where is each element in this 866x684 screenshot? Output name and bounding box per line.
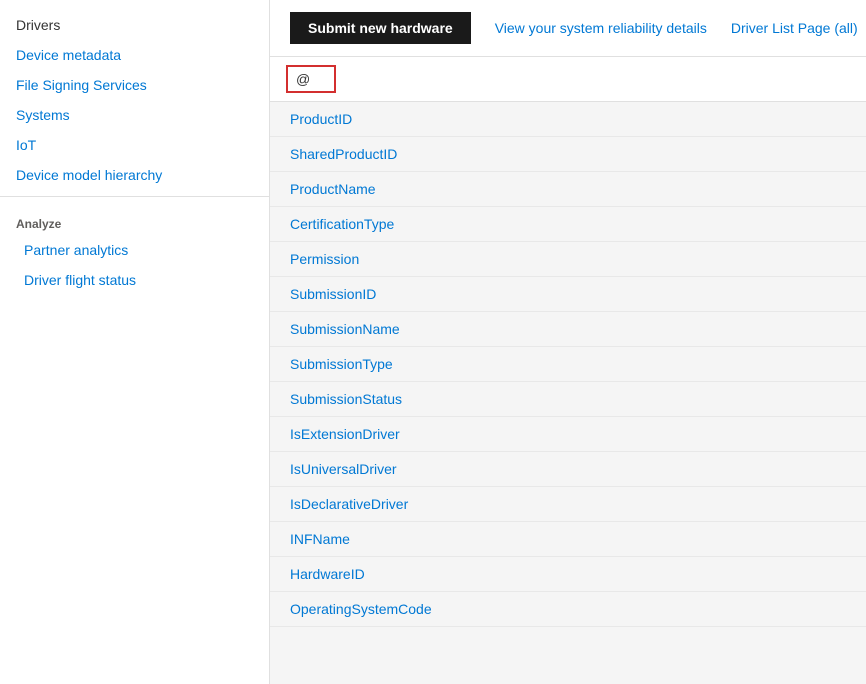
list-item-operating-system-code[interactable]: OperatingSystemCode [270,592,866,627]
list-item-is-universal-driver[interactable]: IsUniversalDriver [270,452,866,487]
analyze-section-label: Analyze [0,203,269,235]
list-item-is-declarative-driver[interactable]: IsDeclarativeDriver [270,487,866,522]
list-item-product-name[interactable]: ProductName [270,172,866,207]
list-item-submission-status[interactable]: SubmissionStatus [270,382,866,417]
list-item-submission-type[interactable]: SubmissionType [270,347,866,382]
sidebar-item-drivers[interactable]: Drivers [0,10,269,40]
content-area: @ ProductIDSharedProductIDProductNameCer… [270,57,866,684]
submit-new-hardware-button[interactable]: Submit new hardware [290,12,471,44]
list-container: ProductIDSharedProductIDProductNameCerti… [270,102,866,627]
list-item-certification-type[interactable]: CertificationType [270,207,866,242]
at-icon: @ [296,71,310,87]
sidebar-item-file-signing[interactable]: File Signing Services [0,70,269,100]
list-item-inf-name[interactable]: INFName [270,522,866,557]
sidebar-item-systems[interactable]: Systems [0,100,269,130]
reliability-details-link[interactable]: View your system reliability details [495,20,707,36]
list-item-shared-product-id[interactable]: SharedProductID [270,137,866,172]
topbar: Submit new hardware View your system rel… [270,0,866,57]
sidebar-item-iot[interactable]: IoT [0,130,269,160]
list-item-permission[interactable]: Permission [270,242,866,277]
sidebar-item-driver-flight[interactable]: Driver flight status [0,265,269,295]
driver-list-link[interactable]: Driver List Page (all) [731,20,858,36]
list-item-is-extension-driver[interactable]: IsExtensionDriver [270,417,866,452]
main-content: Submit new hardware View your system rel… [270,0,866,684]
sidebar-item-partner-analytics[interactable]: Partner analytics [0,235,269,265]
list-item-product-id[interactable]: ProductID [270,102,866,137]
search-box[interactable]: @ [286,65,336,93]
sidebar: Drivers Device metadata File Signing Ser… [0,0,270,684]
sidebar-item-device-metadata[interactable]: Device metadata [0,40,269,70]
list-item-submission-id[interactable]: SubmissionID [270,277,866,312]
sidebar-divider [0,196,269,197]
list-item-hardware-id[interactable]: HardwareID [270,557,866,592]
list-item-submission-name[interactable]: SubmissionName [270,312,866,347]
search-row: @ [270,57,866,102]
sidebar-item-device-model[interactable]: Device model hierarchy [0,160,269,190]
